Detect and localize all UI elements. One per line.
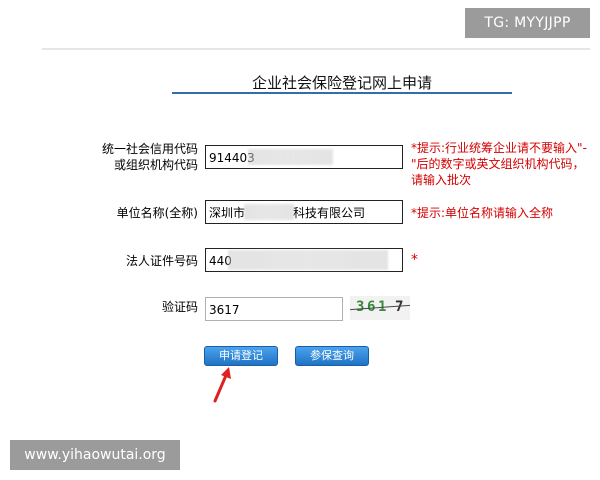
captcha-value: 3617: [209, 303, 240, 317]
company-name-prefix: 深圳市: [209, 206, 246, 220]
redaction-blur: [228, 250, 388, 270]
company-name-hint: *提示:单位名称请输入全称: [411, 206, 554, 220]
captcha-input[interactable]: 3617: [205, 297, 343, 321]
top-divider: [42, 48, 590, 50]
credit-code-label-line1: 统一社会信用代码: [101, 142, 198, 156]
captcha-char-4: 7: [395, 299, 404, 315]
captcha-label: 验证码: [161, 300, 198, 314]
legal-id-label: 法人证件号码: [125, 254, 198, 268]
company-name-input[interactable]: 深圳市 科技有限公司: [205, 200, 403, 224]
page-title: 企业社会保险登记网上申请: [251, 74, 432, 92]
company-name-label: 单位名称(全称): [116, 206, 198, 220]
legal-id-required-mark: *: [411, 252, 418, 268]
credit-code-hint: *提示:行业统筹企业请不要输入"-"后的数字或英文组织机构代码，请输入批次: [411, 141, 587, 187]
redaction-blur: [244, 204, 294, 220]
captcha-char-1: 3: [356, 299, 365, 315]
captcha-image[interactable]: 3 6 1 7: [350, 296, 410, 320]
company-name-suffix: 科技有限公司: [293, 206, 366, 220]
apply-button[interactable]: 申请登记: [204, 346, 278, 366]
credit-code-label-line2: 或组织机构代码: [113, 158, 198, 172]
red-arrow-icon: [213, 367, 231, 403]
query-button[interactable]: 参保查询: [295, 346, 369, 366]
watermark-top: TG: MYYJJPP: [465, 8, 590, 38]
title-underline: [172, 92, 512, 94]
redaction-blur: [248, 149, 333, 165]
watermark-bottom: www.yihaowutai.org: [10, 440, 180, 470]
